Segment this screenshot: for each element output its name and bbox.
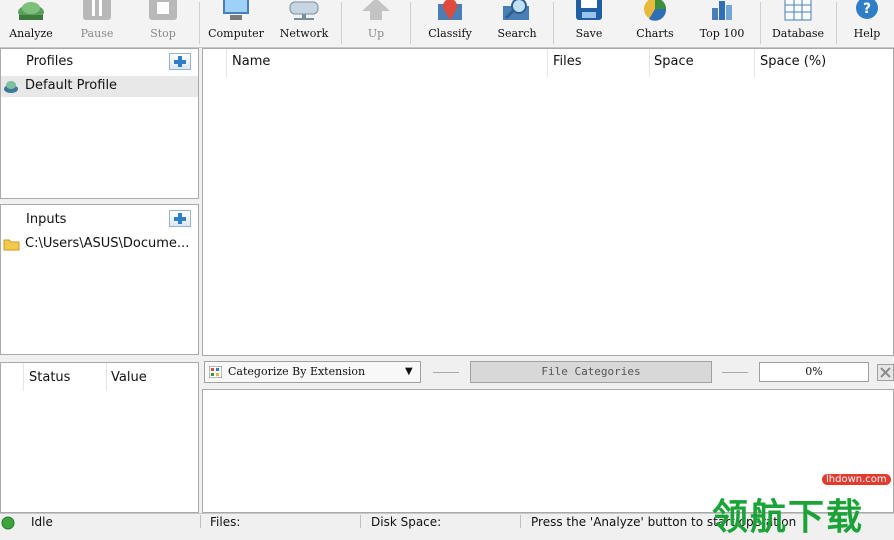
network-icon	[288, 0, 320, 25]
status-panel: Status Value	[0, 362, 199, 513]
column-separator	[754, 49, 755, 77]
divider	[433, 372, 459, 373]
save-icon	[573, 0, 605, 25]
profiles-panel: Profiles Default Profile	[0, 48, 199, 199]
add-profile-button[interactable]	[169, 53, 191, 70]
status-indicator-icon	[1, 516, 15, 533]
column-separator	[649, 49, 650, 77]
space-percent-column-header[interactable]: Space (%)	[760, 54, 826, 69]
watermark-logo: lhdown.com 领航下载	[712, 470, 894, 538]
charts-button[interactable]: Charts	[622, 0, 688, 46]
network-button[interactable]: Network	[270, 0, 338, 46]
pie-chart-icon	[639, 0, 671, 25]
search-icon	[501, 0, 533, 25]
top-100-icon	[706, 0, 738, 25]
profile-icon	[3, 79, 19, 97]
up-button[interactable]: Up	[344, 0, 408, 46]
database-icon	[782, 0, 814, 25]
progress-percent-field: 0%	[759, 362, 869, 382]
plus-icon	[174, 56, 186, 67]
status-column-header[interactable]: Status	[29, 370, 70, 385]
top-100-button[interactable]: Top 100	[688, 0, 756, 46]
help-button[interactable]: ? Help	[840, 0, 894, 46]
computer-icon	[220, 0, 252, 25]
pause-button[interactable]: Pause	[64, 0, 130, 46]
svg-text:?: ?	[863, 1, 871, 17]
watermark-text: 领航下载	[712, 497, 865, 538]
statusbar-separator	[520, 515, 521, 528]
analyze-button[interactable]: Analyze	[0, 0, 62, 46]
stop-button[interactable]: Stop	[130, 0, 196, 46]
classify-button[interactable]: Classify	[413, 0, 487, 46]
value-column-header[interactable]: Value	[111, 370, 147, 385]
watermark-domain: lhdown.com	[822, 474, 891, 485]
categories-grid-icon	[208, 365, 223, 382]
file-categories-button[interactable]: File Categories	[470, 361, 712, 383]
profile-label: Default Profile	[25, 78, 118, 93]
close-button[interactable]	[877, 364, 894, 381]
toolbar-separator	[760, 2, 761, 44]
save-button[interactable]: Save	[556, 0, 622, 46]
classify-icon	[434, 0, 466, 25]
toolbar-separator	[553, 2, 554, 44]
chevron-down-icon: ▼	[405, 366, 413, 377]
add-input-button[interactable]	[169, 210, 191, 227]
space-column-header[interactable]: Space	[654, 54, 694, 69]
toolbar: Analyze Pause Stop Computer Network Up C…	[0, 0, 894, 48]
plus-icon	[174, 213, 186, 224]
name-column-header[interactable]: Name	[232, 54, 270, 69]
inputs-title: Inputs	[26, 212, 67, 227]
toolbar-separator	[410, 2, 411, 44]
pause-icon	[81, 0, 113, 25]
column-separator	[547, 49, 548, 77]
up-arrow-icon	[360, 0, 392, 25]
stop-icon	[147, 0, 179, 25]
categorize-dropdown[interactable]: Categorize By Extension ▼	[204, 361, 421, 383]
list-item[interactable]: C:\Users\ASUS\Docume...	[1, 234, 198, 254]
analyze-icon	[15, 0, 47, 25]
categorize-selected-label: Categorize By Extension	[228, 365, 366, 378]
profiles-title: Profiles	[26, 54, 74, 69]
column-separator	[106, 363, 107, 391]
toolbar-separator	[199, 2, 200, 44]
statusbar-separator	[360, 515, 361, 528]
toolbar-separator	[836, 2, 837, 44]
inputs-panel: Inputs C:\Users\ASUS\Docume...	[0, 204, 199, 355]
column-separator	[23, 363, 24, 391]
list-item[interactable]: Default Profile	[1, 76, 198, 97]
close-icon	[880, 367, 891, 378]
folder-icon	[3, 237, 20, 255]
results-panel: Name Files Space Space (%)	[202, 48, 894, 356]
computer-button[interactable]: Computer	[202, 0, 270, 46]
help-icon: ?	[851, 0, 883, 25]
files-column-header[interactable]: Files	[553, 54, 582, 69]
database-button[interactable]: Database	[763, 0, 833, 46]
divider	[722, 372, 748, 373]
column-separator	[226, 49, 227, 77]
search-button[interactable]: Search	[487, 0, 547, 46]
toolbar-separator	[341, 2, 342, 44]
input-path-label: C:\Users\ASUS\Docume...	[25, 236, 190, 251]
statusbar-separator	[200, 515, 201, 528]
